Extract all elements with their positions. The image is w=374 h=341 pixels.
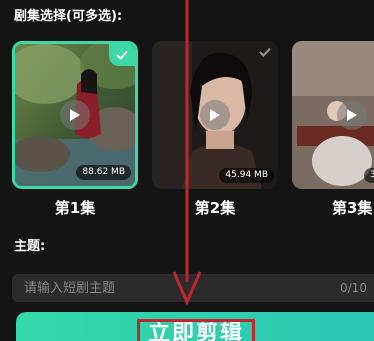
- play-icon[interactable]: [60, 100, 90, 130]
- episode-1-size: 88.62 MB: [76, 165, 131, 180]
- episode-2-label: 第2集: [194, 199, 236, 217]
- episode-card-1[interactable]: 88.62 MB: [12, 41, 138, 189]
- episode-2-size: 45.94 MB: [219, 168, 274, 183]
- play-icon[interactable]: [337, 100, 367, 130]
- episode-1-label: 第1集: [54, 199, 96, 217]
- topic-char-counter: 0/10: [340, 281, 367, 295]
- topic-input-box[interactable]: 0/10: [12, 274, 374, 302]
- topic-section-title: 主题:: [14, 239, 46, 254]
- check-icon[interactable]: [109, 44, 135, 66]
- episode-3-size: 36: [364, 168, 374, 183]
- clip-selection-screen: 剧集选择(可多选): 88.62 MB 45.94 MB 3 第1集 第2集 第…: [0, 0, 374, 341]
- episode-section-title: 剧集选择(可多选):: [14, 9, 123, 24]
- episode-card-2[interactable]: 45.94 MB: [152, 41, 278, 189]
- episode-card-list: 88.62 MB 45.94 MB 3: [12, 41, 374, 191]
- clip-now-button-label[interactable]: 立即剪辑: [137, 319, 255, 341]
- episode-3-label: 第3集: [332, 199, 373, 217]
- topic-input[interactable]: [24, 274, 304, 302]
- play-icon[interactable]: [200, 100, 230, 130]
- check-icon[interactable]: [252, 41, 278, 63]
- episode-card-3[interactable]: 36: [292, 41, 374, 189]
